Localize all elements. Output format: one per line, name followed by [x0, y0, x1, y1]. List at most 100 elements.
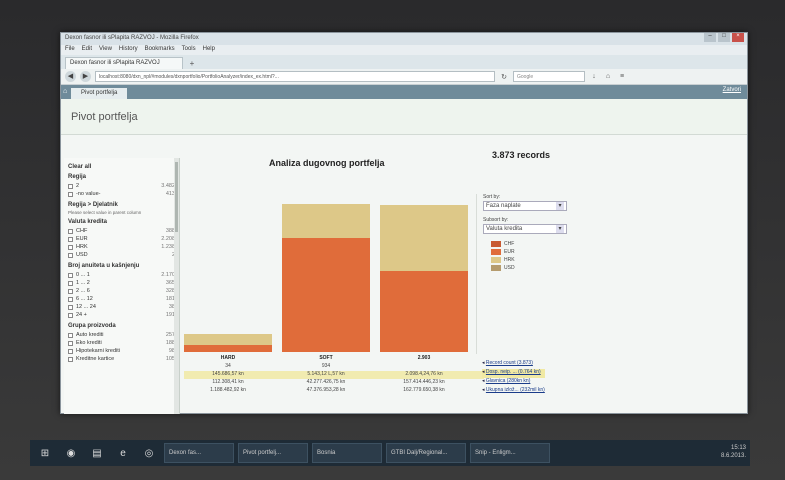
- app-tab-pivot[interactable]: Pivot portfelja: [71, 88, 128, 99]
- search-input[interactable]: Google: [513, 71, 585, 82]
- filter-row[interactable]: Hipotekarni krediti 98: [68, 347, 175, 355]
- clear-all-link[interactable]: Clear all: [68, 164, 175, 170]
- sidebar-scrollbar[interactable]: [174, 158, 179, 414]
- menu-tools[interactable]: Tools: [182, 46, 196, 54]
- legend-item: EUR: [483, 248, 566, 256]
- minimize-button[interactable]: –: [704, 33, 716, 42]
- checkbox[interactable]: [68, 252, 73, 258]
- checkbox[interactable]: [68, 183, 73, 189]
- bar-segment-eur[interactable]: [282, 238, 370, 352]
- media-icon[interactable]: ◉: [60, 443, 82, 463]
- taskbar-item[interactable]: Pivot portfelj...: [238, 443, 308, 463]
- filter-option: 12 ... 24: [68, 304, 169, 310]
- legend-item: USD: [483, 264, 566, 272]
- filter-row[interactable]: 12 ... 24 38: [68, 303, 175, 311]
- close-button[interactable]: ×: [732, 33, 744, 42]
- close-link[interactable]: Zatvori: [723, 87, 741, 93]
- bar-segment-hrk[interactable]: [282, 204, 370, 239]
- filter-section-title: Regija > Djelatnik: [68, 202, 118, 208]
- filter-option: EUR: [68, 236, 161, 242]
- checkbox[interactable]: [68, 280, 73, 286]
- filter-row[interactable]: USD2: [68, 251, 175, 259]
- checkbox[interactable]: [68, 304, 73, 310]
- scrollbar-thumb[interactable]: [175, 162, 178, 232]
- sort-label: Sort by:: [483, 194, 501, 200]
- filter-row[interactable]: 6 ... 12 181: [68, 295, 175, 303]
- filter-row[interactable]: Auto krediti 257: [68, 331, 175, 339]
- checkbox[interactable]: [68, 356, 73, 362]
- sort-select[interactable]: Faza naplate ▾: [483, 201, 567, 211]
- bar-segment-hrk[interactable]: [184, 333, 272, 346]
- filter-row[interactable]: 24 +191: [68, 311, 175, 319]
- url-bar[interactable]: localhost:8080/dxn_npl/#modules/dxnportf…: [95, 71, 495, 82]
- filter-option-label: 2: [76, 183, 80, 189]
- bar-category-label: SOFT: [319, 355, 333, 361]
- menu-view[interactable]: View: [99, 46, 112, 54]
- filter-row[interactable]: 0 ... 1 2.170: [68, 271, 175, 279]
- checkbox[interactable]: [68, 340, 73, 346]
- menu-file[interactable]: File: [65, 46, 75, 54]
- folder-icon[interactable]: ▤: [86, 443, 108, 463]
- menu-edit[interactable]: Edit: [82, 46, 92, 54]
- filter-row[interactable]: -no value- 413: [68, 190, 175, 198]
- filter-row[interactable]: Kreditne kartice 105: [68, 355, 175, 363]
- menu-bookmarks[interactable]: Bookmarks: [145, 46, 175, 54]
- maximize-button[interactable]: □: [718, 33, 730, 42]
- filter-option-label: Hipotekarni krediti: [76, 348, 121, 354]
- filter-section-title: Grupa proizvoda: [68, 323, 116, 329]
- menu-history[interactable]: History: [119, 46, 138, 54]
- bar-data-label: 934: [321, 363, 331, 369]
- browser-tab[interactable]: Dexon fasnor ili sPlapita RAZVOJ: [65, 57, 183, 69]
- new-tab-button[interactable]: +: [185, 59, 199, 69]
- menu-icon[interactable]: ≡: [617, 73, 627, 80]
- checkbox[interactable]: [68, 272, 73, 278]
- filter-note: Please select value in parent column: [68, 210, 142, 215]
- measure-link[interactable]: ◂ Record count (3.873): [482, 360, 545, 369]
- download-icon[interactable]: ↓: [589, 73, 599, 80]
- checkbox[interactable]: [68, 244, 73, 250]
- bar-segment-eur[interactable]: [184, 345, 272, 352]
- window-controls: – □ ×: [704, 33, 744, 42]
- legend-swatch: [491, 249, 501, 255]
- chrome-icon[interactable]: ◎: [138, 443, 160, 463]
- checkbox[interactable]: [68, 236, 73, 242]
- filter-option-label: Auto krediti: [76, 332, 104, 338]
- start-icon[interactable]: ⊞: [34, 443, 56, 463]
- filter-row[interactable]: CHF 388: [68, 227, 175, 235]
- menu-help[interactable]: Help: [203, 46, 215, 54]
- taskbar-item[interactable]: Snip - Enligm...: [470, 443, 550, 463]
- menu-bar: File Edit View History Bookmarks Tools H…: [61, 45, 747, 55]
- taskbar-item[interactable]: Bosnia: [312, 443, 382, 463]
- checkbox[interactable]: [68, 312, 73, 318]
- system-tray-clock[interactable]: 15:13 8.6.2013.: [721, 444, 746, 460]
- home-icon[interactable]: ⌂: [603, 73, 613, 80]
- filter-row[interactable]: Eko krediti 188: [68, 339, 175, 347]
- back-icon[interactable]: ◀: [65, 71, 76, 82]
- measure-link[interactable]: ◂ Dosp. neip. ... (0.764 kn): [482, 369, 545, 378]
- checkbox[interactable]: [68, 296, 73, 302]
- checkbox[interactable]: [68, 228, 73, 234]
- checkbox[interactable]: [68, 191, 73, 197]
- checkbox[interactable]: [68, 348, 73, 354]
- filter-row[interactable]: 2 ... 6 328: [68, 287, 175, 295]
- checkbox[interactable]: [68, 288, 73, 294]
- taskbar-item[interactable]: GTBI Dalj/Regional...: [386, 443, 466, 463]
- bar-segment-hrk[interactable]: [380, 204, 468, 271]
- checkbox[interactable]: [68, 332, 73, 338]
- measure-link[interactable]: ◂ Ukupna izlož... (232mil kn): [482, 387, 545, 396]
- forward-icon[interactable]: ▶: [80, 71, 91, 82]
- ie-icon[interactable]: e: [112, 443, 134, 463]
- legend-label: USD: [504, 265, 515, 271]
- bar-segment-eur[interactable]: [380, 270, 468, 352]
- subsort-select[interactable]: Valuta kredita ▾: [483, 224, 567, 234]
- measure-link[interactable]: ◂ Glavnica (280kn kn): [482, 378, 545, 387]
- taskbar-item[interactable]: Dexon fas...: [164, 443, 234, 463]
- legend-label: HRK: [504, 257, 515, 263]
- reload-icon[interactable]: ↻: [499, 73, 509, 81]
- bar-data-label: 157.414.446,23 kn: [403, 379, 445, 385]
- filter-row[interactable]: HRK 1.238: [68, 243, 175, 251]
- filter-row[interactable]: 2 3.482: [68, 182, 175, 190]
- filter-row[interactable]: EUR 2.208: [68, 235, 175, 243]
- home-icon[interactable]: ⌂: [63, 88, 67, 95]
- filter-row[interactable]: 1 ... 2 365: [68, 279, 175, 287]
